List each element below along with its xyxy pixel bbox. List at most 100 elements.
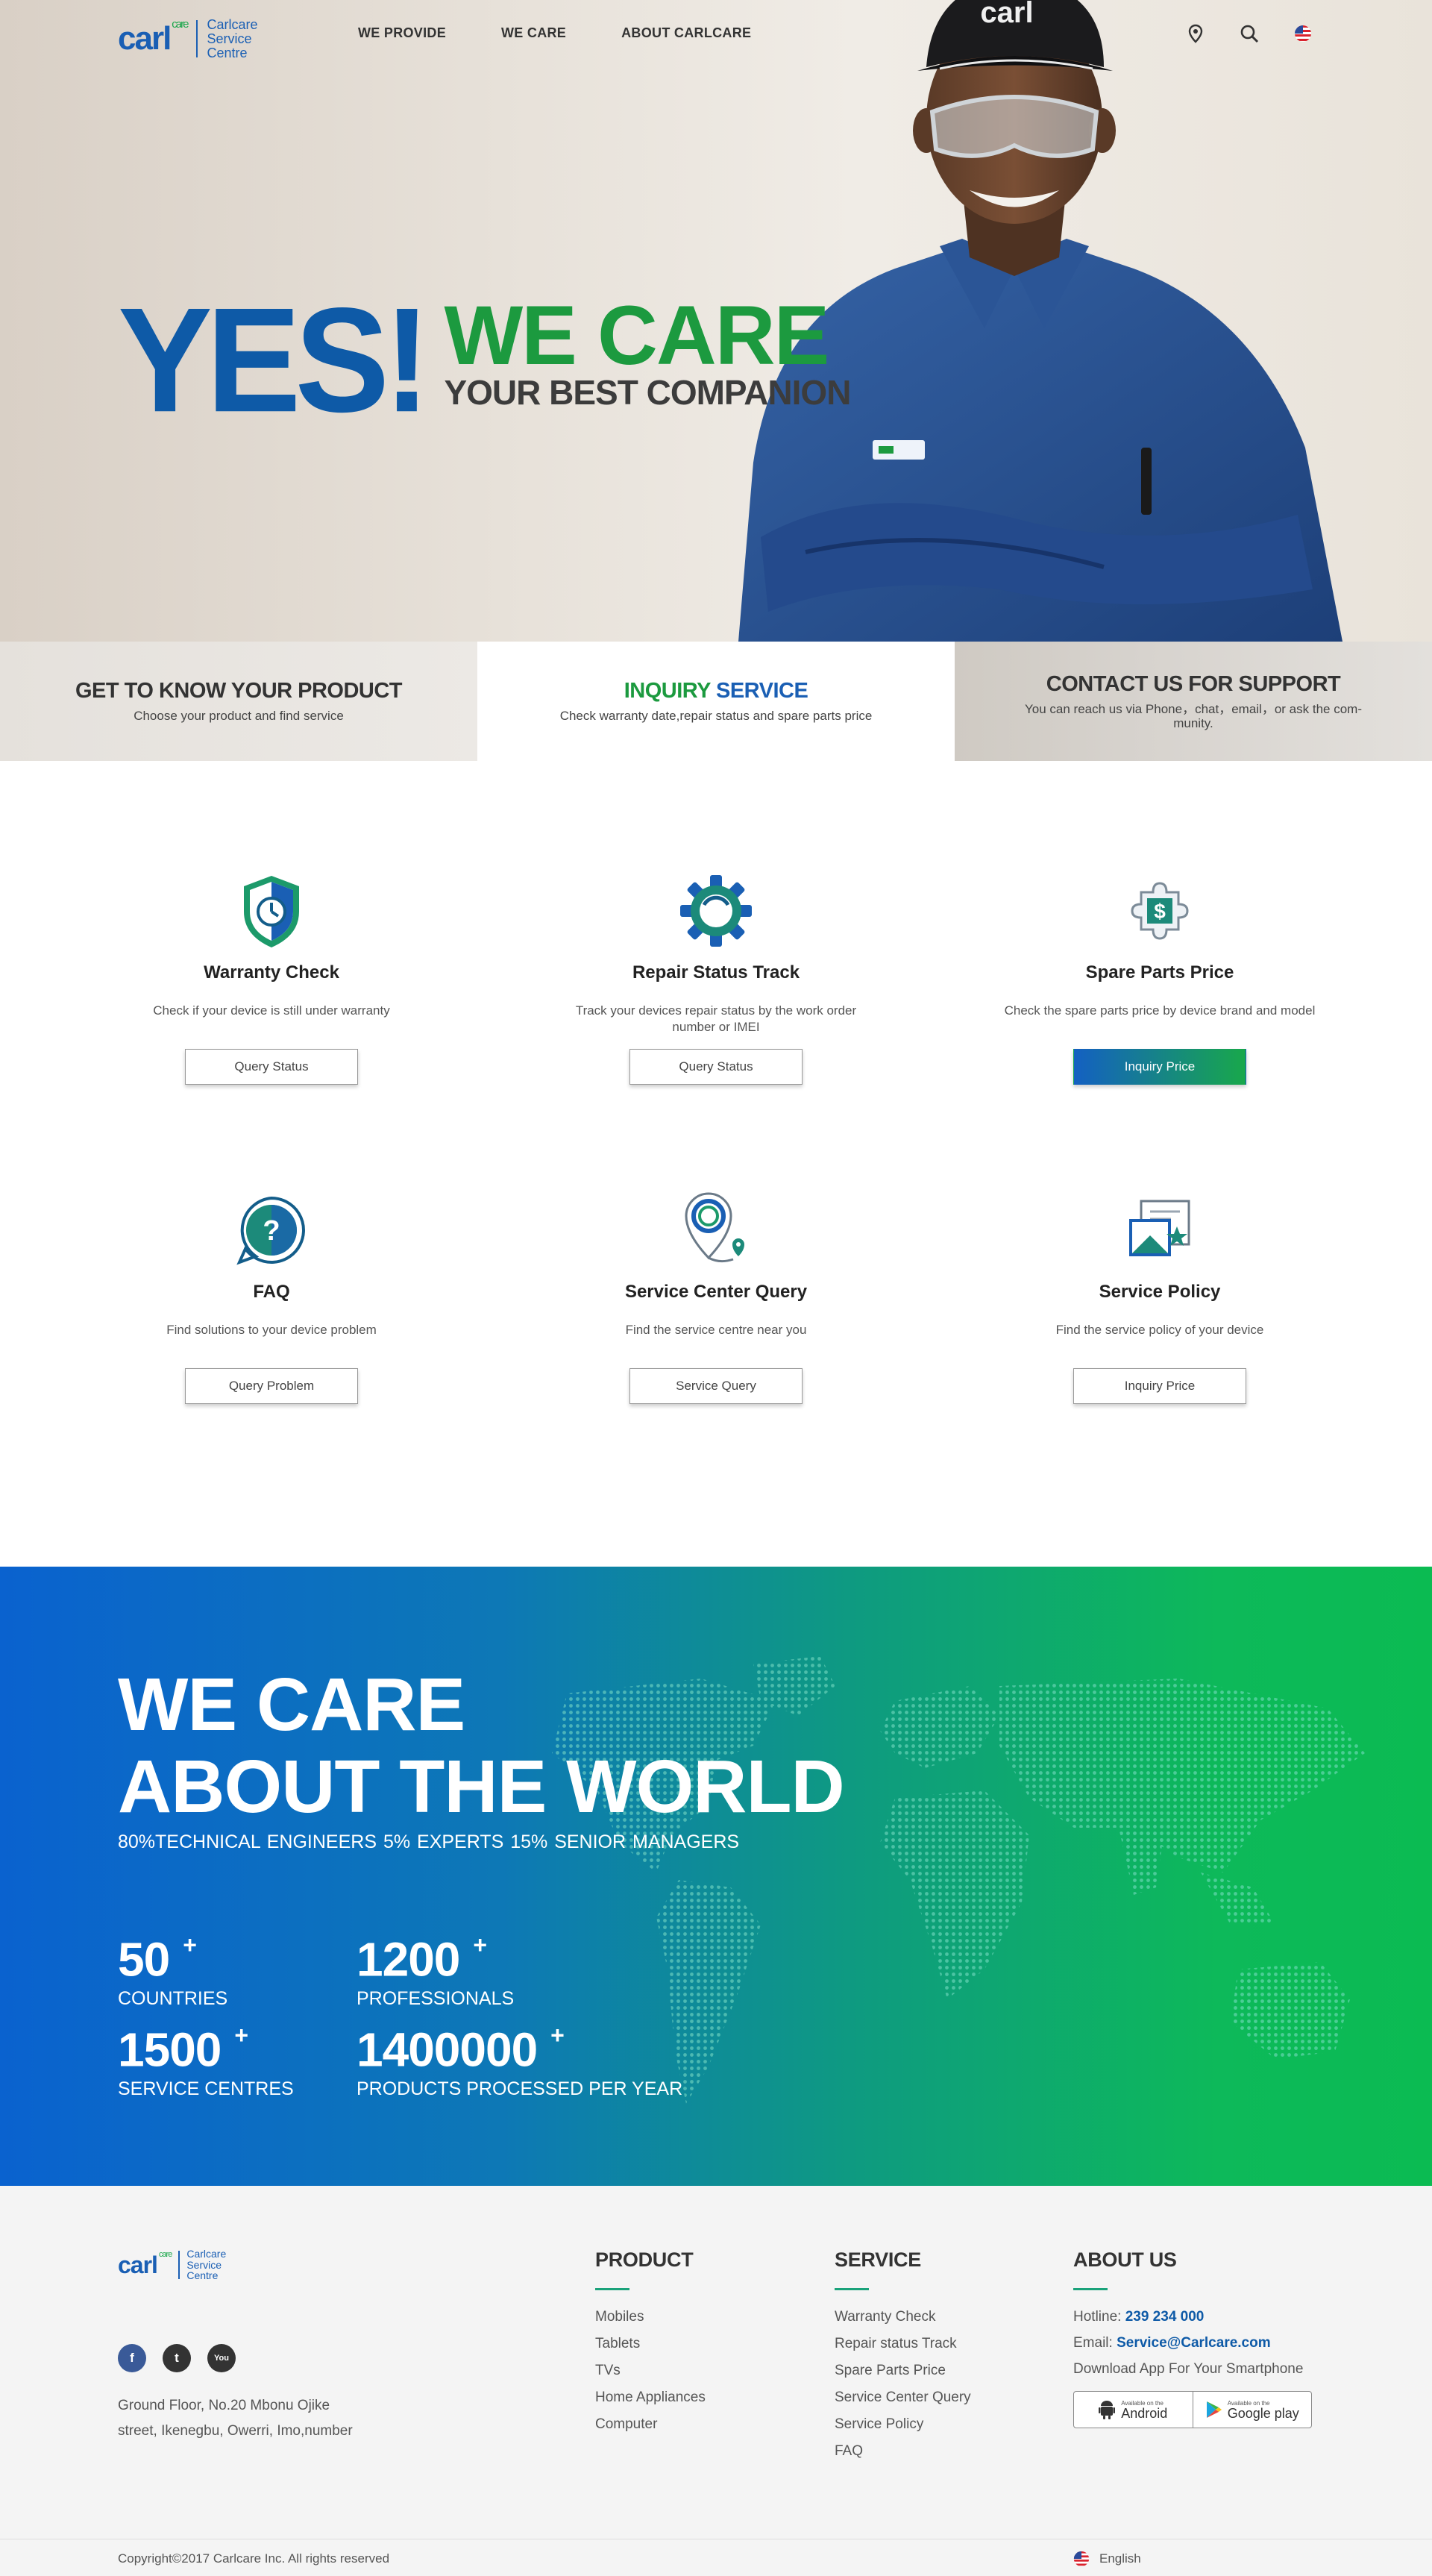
twitter-icon[interactable]: t (163, 2344, 191, 2372)
footer-link-faq[interactable]: FAQ (835, 2438, 971, 2465)
stat-countries: 50 + COUNTRIES (118, 1925, 227, 2010)
tab-contact-support[interactable]: CONTACT US FOR SUPPORT You can reach us … (955, 642, 1432, 761)
main-nav: WE PROVIDE WE CARE ABOUT CARLCARE (358, 25, 751, 41)
stat-label: SERVICE CENTRES (118, 2078, 294, 2100)
query-status-button[interactable]: Query Status (629, 1049, 803, 1085)
hero-companion: YOUR BEST COMPANION (444, 373, 851, 412)
tab-inquiry-service[interactable]: INQUIRY SERVICE Check warranty date,repa… (477, 642, 955, 761)
language-selector[interactable]: English (1073, 2550, 1141, 2568)
inquiry-price-button[interactable]: Inquiry Price (1073, 1049, 1246, 1085)
services-grid: Warranty Check Check if your device is s… (0, 761, 1432, 1567)
hero-care-block: WE CARE YOUR BEST COMPANION (444, 289, 851, 416)
footer-download-text: Download App For Your Smartphone (1073, 2361, 1304, 2377)
stat-value: 1400000 (357, 2022, 538, 2077)
android-icon (1099, 2401, 1116, 2419)
footer-link-home-appliances[interactable]: Home Appliances (595, 2384, 706, 2411)
footer-link-tvs[interactable]: TVs (595, 2357, 706, 2384)
service-warranty-check: Warranty Check Check if your device is s… (48, 870, 495, 1085)
logo-text: Carlcare Service Centre (186, 2248, 226, 2281)
hotline-label: Hotline: (1073, 2309, 1125, 2325)
service-policy: Service Policy Find the service policy o… (936, 1189, 1384, 1404)
footer-link-service-policy[interactable]: Service Policy (835, 2411, 971, 2438)
gear-icon (680, 875, 752, 947)
service-desc: Find the service centre near you (625, 1323, 807, 1337)
tab-title-green: INQUIRY (624, 679, 716, 703)
footer-link-service-center[interactable]: Service Center Query (835, 2384, 971, 2411)
footer-link-tablets[interactable]: Tablets (595, 2331, 706, 2357)
query-status-button[interactable]: Query Status (185, 1049, 358, 1085)
us-flag-icon[interactable] (1293, 24, 1313, 43)
tab-title: INQUIRY SERVICE (624, 679, 808, 703)
search-icon[interactable] (1240, 24, 1259, 43)
question-bubble-icon: ? (236, 1196, 305, 1265)
stat-number: 1200 + (357, 1925, 514, 1985)
footer-link-repair-status[interactable]: Repair status Track (835, 2331, 971, 2357)
world-stats-section: WE CARE ABOUT THE WORLD 80%TECHNICAL ENG… (0, 1567, 1432, 2186)
stat-service-centres: 1500 + SERVICE CENTRES (118, 2015, 294, 2100)
site-footer: carl care Carlcare Service Centre f t You… (0, 2186, 1432, 2539)
stat-value: 50 (118, 1932, 170, 1987)
facebook-icon[interactable]: f (118, 2344, 146, 2372)
footer-product-title: PRODUCT (595, 2248, 694, 2271)
footer-email: Email: Service@Carlcare.com (1073, 2330, 1312, 2356)
world-subtitle: 80%TECHNICAL ENGINEERS 5% EXPERTS 15% SE… (118, 1831, 740, 1852)
android-download-button[interactable]: Available on the Android (1074, 2392, 1193, 2428)
hero-yes: YES! (118, 277, 430, 444)
email-label: Email: (1073, 2335, 1117, 2351)
stat-products-processed: 1400000 + PRODUCTS PROCESSED PER YEAR (357, 2015, 682, 2100)
logo-mark-text: carl (118, 20, 172, 57)
tab-know-product[interactable]: GET TO KNOW YOUR PRODUCT Choose your pro… (0, 642, 477, 761)
stat-number: 1400000 + (357, 2015, 682, 2075)
stat-label: PRODUCTS PROCESSED PER YEAR (357, 2078, 683, 2100)
footer-link-computer[interactable]: Computer (595, 2411, 706, 2438)
logo-mark-sup: care (172, 17, 189, 31)
service-spare-parts: $ Spare Parts Price Check the spare part… (936, 870, 1384, 1085)
svg-text:$: $ (1154, 900, 1166, 923)
youtube-icon[interactable]: You (207, 2344, 236, 2372)
policy-document-icon (1129, 1200, 1190, 1256)
footer-service-title: SERVICE (835, 2248, 921, 2271)
footer-about-title: ABOUT US (1073, 2248, 1177, 2271)
service-faq: ? FAQ Find solutions to your device prob… (48, 1189, 495, 1404)
header-icons (1186, 24, 1313, 43)
logo-line-2: Service (186, 2258, 222, 2271)
nav-we-provide[interactable]: WE PROVIDE (358, 25, 446, 41)
service-title: FAQ (253, 1282, 290, 1302)
footer-link-spare-parts[interactable]: Spare Parts Price (835, 2357, 971, 2384)
address-line-1: Ground Floor, No.20 Mbonu Ojike (118, 2398, 330, 2413)
service-desc: Check if your device is still under warr… (153, 1003, 390, 1018)
stat-plus: + (473, 1931, 487, 1958)
service-title: Service Center Query (624, 1282, 808, 1302)
copyright-text: Copyright©2017 Carlcare Inc. All rights … (118, 2551, 390, 2566)
hotline-number[interactable]: 239 234 000 (1125, 2309, 1205, 2325)
app-store-badges: Available on the Android Available on the… (1073, 2391, 1312, 2428)
tab-title: GET TO KNOW YOUR PRODUCT (75, 679, 403, 703)
stat-number: 1500 + (118, 2015, 294, 2075)
stat-label: COUNTRIES (118, 1988, 228, 2010)
footer-link-warranty-check[interactable]: Warranty Check (835, 2304, 971, 2331)
world-title: WE CARE ABOUT THE WORLD (118, 1663, 845, 1828)
hero-we-care: WE CARE (444, 289, 829, 382)
service-query-button[interactable]: Service Query (629, 1368, 803, 1404)
location-pin-icon[interactable] (1186, 24, 1205, 43)
google-play-download-button[interactable]: Available on the Google play (1192, 2392, 1312, 2428)
logo-line-3: Centre (207, 45, 248, 60)
stat-plus: + (183, 1931, 197, 1958)
svg-text:?: ? (263, 1215, 280, 1247)
site-logo[interactable]: carl care Carlcare Service Centre (118, 18, 258, 60)
inquiry-price-button[interactable]: Inquiry Price (1073, 1368, 1246, 1404)
dollar-puzzle-icon: $ (1131, 882, 1189, 940)
footer-service-column: SERVICE Warranty Check Repair status Tra… (835, 2248, 971, 2465)
footer-logo[interactable]: carl care Carlcare Service Centre (118, 2248, 226, 2281)
email-address[interactable]: Service@Carlcare.com (1117, 2335, 1271, 2351)
query-problem-button[interactable]: Query Problem (185, 1368, 358, 1404)
stat-value: 1200 (357, 1932, 460, 1987)
tab-desc: Choose your product and find service (134, 709, 344, 724)
nav-about-carlcare[interactable]: ABOUT CARLCARE (621, 25, 751, 41)
world-title-line1: WE CARE (118, 1663, 465, 1746)
service-desc: Find solutions to your device problem (166, 1323, 377, 1337)
footer-link-mobiles[interactable]: Mobiles (595, 2304, 706, 2331)
logo-mark: carl care (118, 17, 189, 57)
nav-we-care[interactable]: WE CARE (501, 25, 566, 41)
hero-headline: YES! WE CARE YOUR BEST COMPANION (118, 277, 851, 444)
